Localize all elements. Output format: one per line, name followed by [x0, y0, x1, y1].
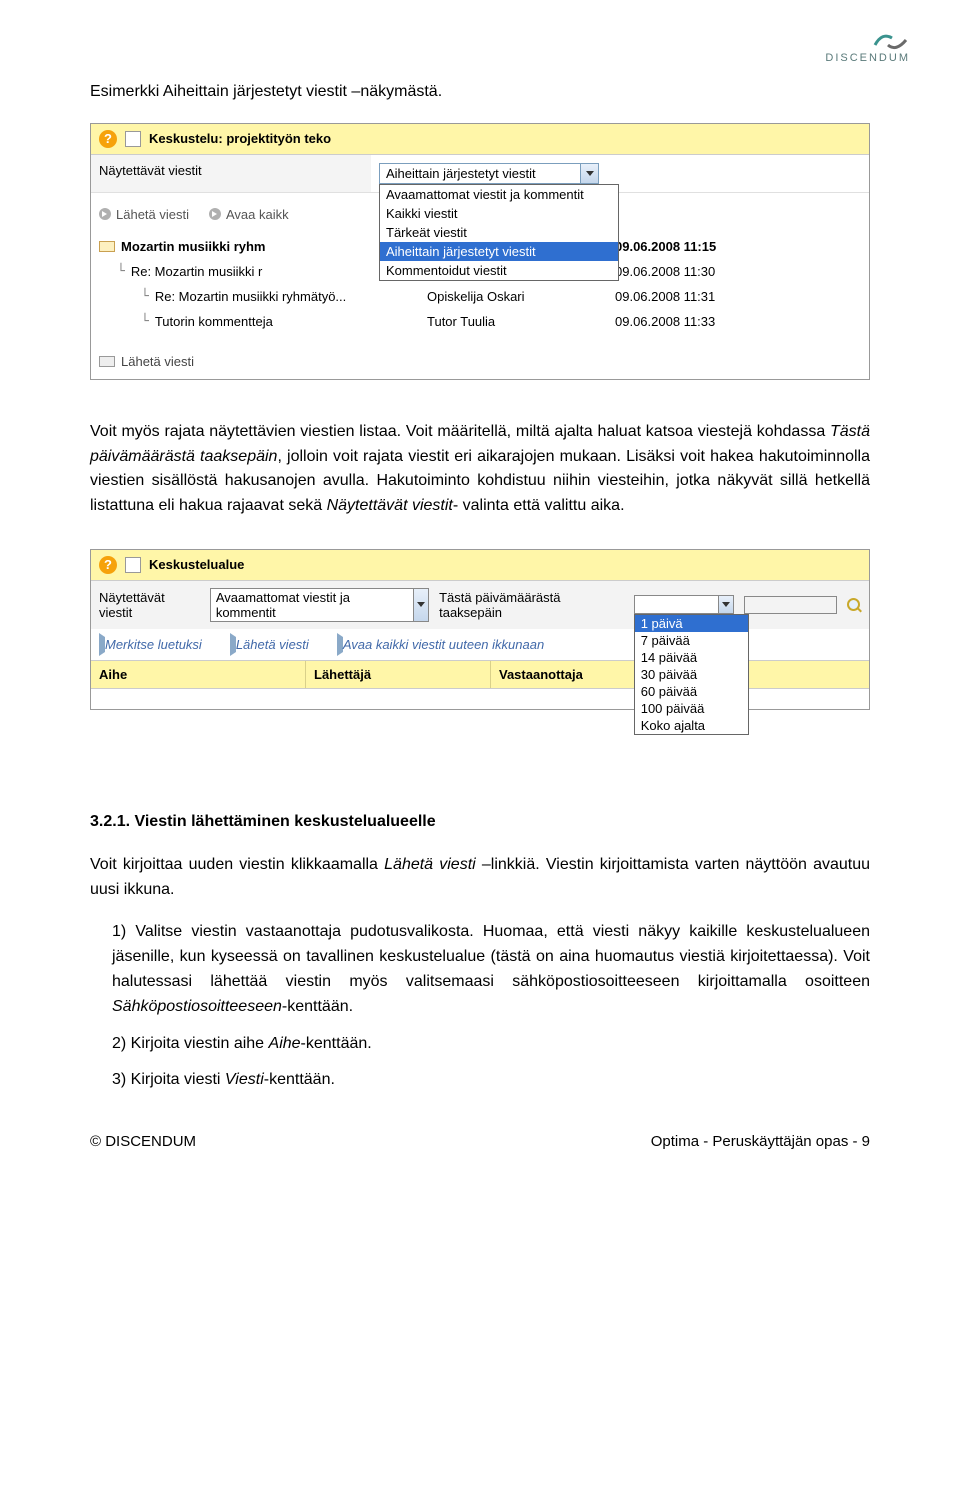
- area-title: Keskustelualue: [149, 557, 244, 572]
- footer-page-info: Optima - Peruskäyttäjän opas - 9: [651, 1133, 870, 1150]
- section-heading: 3.2.1. Viestin lähettäminen keskustelual…: [90, 810, 870, 835]
- filter1-select[interactable]: Avaamattomat viestit ja kommentit: [210, 588, 429, 622]
- discussion-title: Keskustelu: projektityön teko: [149, 131, 331, 146]
- tree-connector-icon: └: [117, 264, 125, 279]
- th-subject[interactable]: Aihe: [91, 661, 306, 688]
- send-message-link[interactable]: Lähetä viesti: [230, 637, 309, 652]
- dropdown-option[interactable]: Tärkeät viestit: [380, 223, 618, 242]
- dropdown-option[interactable]: 7 päivää: [635, 632, 748, 649]
- open-all-new-window-link[interactable]: Avaa kaikki viestit uuteen ikkunaan: [337, 637, 544, 652]
- body-paragraph: Voit myös rajata näytettävien viestien l…: [90, 420, 870, 519]
- screenshot-discussion-area: ? Keskustelualue Näytettävät viestit Ava…: [90, 549, 870, 710]
- message-row[interactable]: └ Tutorin kommentteja Tutor Tuulia 09.06…: [99, 309, 861, 334]
- list-item: 2) Kirjoita viestin aihe Aihe-kenttään.: [112, 1032, 870, 1057]
- filter-label: Näytettävät viestit: [99, 590, 200, 620]
- dropdown-option[interactable]: Kommentoidut viestit: [380, 261, 618, 280]
- dropdown-option[interactable]: 100 päivää: [635, 700, 748, 717]
- open-all-link[interactable]: Avaa kaikk: [209, 207, 289, 222]
- list-item: 1) Valitse viestin vastaanottaja pudotus…: [112, 920, 870, 1019]
- mark-read-link[interactable]: Merkitse luetuksi: [99, 637, 202, 652]
- page-icon: [125, 131, 141, 147]
- dropdown-option[interactable]: 30 päivää: [635, 666, 748, 683]
- footer-copyright: © DISCENDUM: [90, 1133, 196, 1150]
- chevron-down-icon: [718, 596, 733, 613]
- intro-caption: Esimerkki Aiheittain järjestetyt viestit…: [90, 80, 870, 105]
- screenshot-discussion-view: ? Keskustelu: projektityön teko Näytettä…: [90, 123, 870, 380]
- chevron-down-icon: [580, 164, 598, 183]
- unread-mail-icon: [99, 241, 115, 252]
- filter-label: Näytettävät viestit: [91, 155, 371, 192]
- table-header-row: Aihe Lähettäjä Vastaanottaja: [91, 660, 869, 689]
- play-icon: [209, 208, 221, 220]
- date-filter-select[interactable]: [634, 595, 734, 614]
- search-icon[interactable]: [847, 598, 861, 612]
- send-message-link[interactable]: Lähetä viesti: [99, 207, 189, 222]
- page-icon: [125, 557, 141, 573]
- dropdown-option[interactable]: Avaamattomat viestit ja kommentit: [380, 185, 618, 204]
- date-filter-label: Tästä päivämäärästä taaksepäin: [439, 590, 624, 620]
- tree-connector-icon: └: [141, 289, 149, 304]
- filter-select[interactable]: Aiheittain järjestetyt viestit Avaamatto…: [379, 163, 599, 184]
- chevron-down-icon: [413, 589, 428, 621]
- brand-logo: DISCENDUM: [825, 30, 910, 64]
- date-dropdown-list[interactable]: 1 päivä 7 päivää 14 päivää 30 päivää 60 …: [634, 614, 749, 735]
- dropdown-option-selected[interactable]: 1 päivä: [635, 615, 748, 632]
- body-paragraph: Voit kirjoittaa uuden viestin klikkaamal…: [90, 853, 870, 903]
- help-icon[interactable]: ?: [99, 130, 117, 148]
- search-input[interactable]: [744, 596, 838, 614]
- dropdown-option[interactable]: Koko ajalta: [635, 717, 748, 734]
- mail-icon: [99, 356, 115, 367]
- brand-name: DISCENDUM: [825, 52, 910, 64]
- play-icon: [99, 208, 111, 220]
- dropdown-option[interactable]: Kaikki viestit: [380, 204, 618, 223]
- dropdown-option[interactable]: 14 päivää: [635, 649, 748, 666]
- tree-connector-icon: └: [141, 314, 149, 329]
- filter-dropdown-list[interactable]: Avaamattomat viestit ja kommentit Kaikki…: [379, 184, 619, 281]
- dropdown-option[interactable]: 60 päivää: [635, 683, 748, 700]
- message-row[interactable]: └ Re: Mozartin musiikki ryhmätyö... Opis…: [99, 284, 861, 309]
- th-sender[interactable]: Lähettäjä: [306, 661, 491, 688]
- help-icon[interactable]: ?: [99, 556, 117, 574]
- send-message-footer-link[interactable]: Lähetä viesti: [121, 354, 194, 369]
- list-item: 3) Kirjoita viesti Viesti-kenttään.: [112, 1068, 870, 1093]
- filter-select-value: Aiheittain järjestetyt viestit: [386, 166, 536, 181]
- dropdown-option-selected[interactable]: Aiheittain järjestetyt viestit: [380, 242, 618, 261]
